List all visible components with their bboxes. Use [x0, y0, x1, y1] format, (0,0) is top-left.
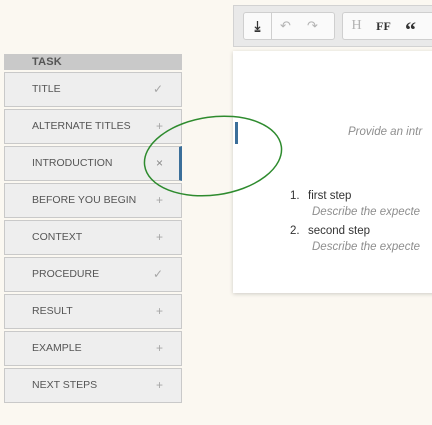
font-button[interactable]: FF — [370, 13, 397, 39]
task-item-title[interactable]: TITLE ✓ — [4, 72, 182, 107]
add-icon[interactable]: + — [156, 369, 163, 402]
quote-icon: “ — [405, 17, 416, 42]
step-text: first step — [308, 190, 352, 202]
font-label: FF — [376, 18, 391, 33]
task-item-next-steps[interactable]: NEXT STEPS + — [4, 368, 182, 403]
introduction-placeholder[interactable]: Provide an intr — [348, 126, 422, 138]
task-item-label: INTRODUCTION — [32, 157, 113, 169]
list-item[interactable]: 1. first step — [290, 190, 420, 202]
heading-button[interactable]: H — [343, 13, 370, 39]
undo-button[interactable]: ↶ — [272, 13, 299, 39]
check-icon: ✓ — [152, 267, 163, 281]
task-header: TASK — [4, 54, 182, 70]
step-number: 1. — [290, 190, 300, 202]
download-icon: ⤓ — [254, 18, 261, 33]
step-number: 2. — [290, 225, 300, 237]
step-text: second step — [308, 225, 371, 237]
format-button-group: H FF “ — [342, 12, 432, 42]
list-item[interactable]: 2. second step — [290, 225, 420, 237]
undo-icon: ↶ — [280, 18, 291, 33]
task-item-label: PROCEDURE — [32, 268, 100, 280]
history-button-group: ⤓ ↶ ↷ — [243, 12, 335, 40]
download-button[interactable]: ⤓ — [244, 13, 272, 39]
task-item-label: EXAMPLE — [32, 342, 82, 354]
highlight-ellipse — [143, 115, 283, 197]
task-item-context[interactable]: CONTEXT + — [4, 220, 182, 255]
check-icon: ✓ — [152, 82, 163, 96]
task-item-label: TITLE — [32, 83, 61, 95]
redo-button[interactable]: ↷ — [299, 13, 326, 39]
add-icon[interactable]: + — [156, 221, 163, 254]
task-item-label: CONTEXT — [32, 231, 83, 243]
task-item-label: NEXT STEPS — [32, 379, 98, 391]
redo-icon: ↷ — [307, 18, 318, 33]
procedure-steps: 1. first step Describe the expecte 2. seco… — [290, 190, 420, 260]
task-sidebar: TASK TITLE ✓ ALTERNATE TITLES + INTRODUC… — [4, 54, 182, 403]
quote-button[interactable]: “ — [397, 13, 424, 42]
task-item-label: BEFORE YOU BEGIN — [32, 194, 137, 206]
task-item-procedure[interactable]: PROCEDURE ✓ — [4, 257, 182, 292]
add-icon[interactable]: + — [156, 295, 163, 328]
heading-label: H — [351, 18, 362, 33]
task-item-label: ALTERNATE TITLES — [32, 120, 131, 132]
step-description-placeholder[interactable]: Describe the expecte — [312, 241, 420, 253]
task-item-label: RESULT — [32, 305, 73, 317]
task-item-example[interactable]: EXAMPLE + — [4, 331, 182, 366]
step-description-placeholder[interactable]: Describe the expecte — [312, 206, 420, 218]
add-icon[interactable]: + — [156, 332, 163, 365]
editor-toolbar: ⤓ ↶ ↷ H FF “ — [233, 5, 432, 47]
task-item-result[interactable]: RESULT + — [4, 294, 182, 329]
